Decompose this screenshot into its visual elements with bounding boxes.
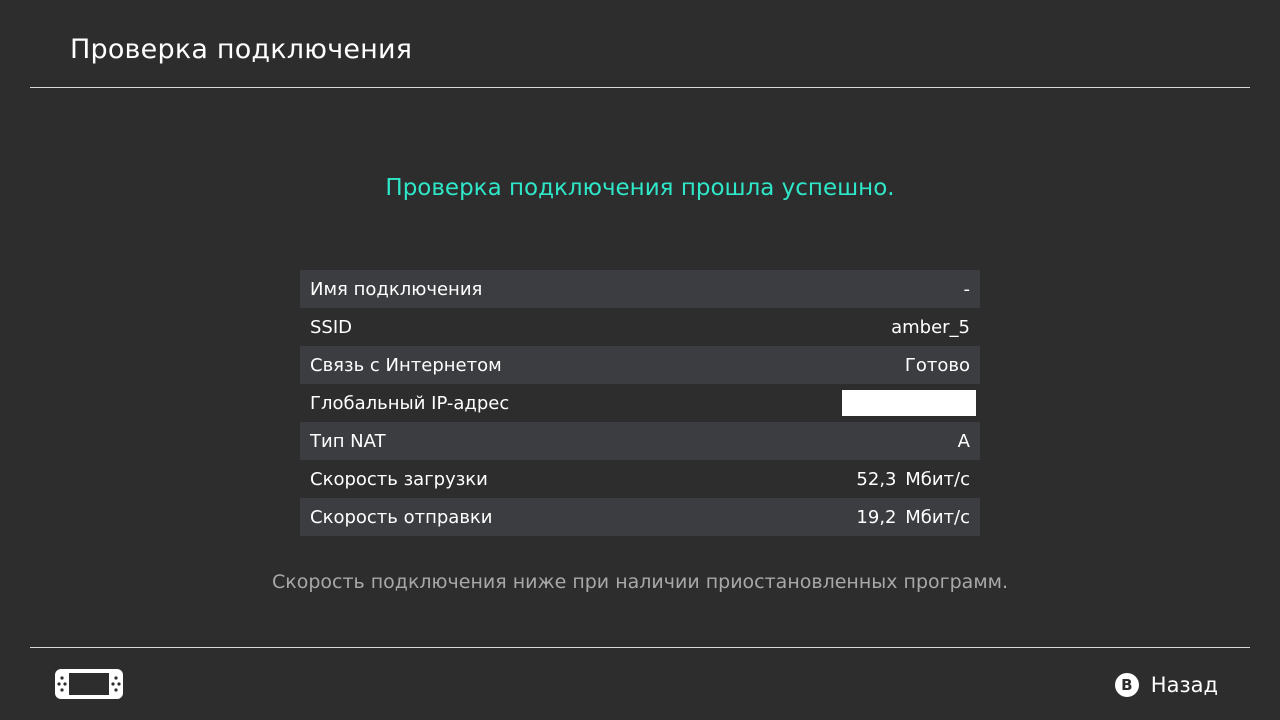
row-value: Готово (904, 354, 970, 376)
connection-test-screen: Проверка подключения Проверка подключени… (0, 0, 1280, 720)
row-download-speed: Скорость загрузки 52,3 Мбит/с (300, 460, 980, 498)
row-value: A (957, 430, 970, 452)
b-button-icon: B (1114, 673, 1139, 697)
footer-divider (30, 647, 1250, 648)
row-value: 52,3 Мбит/с (856, 468, 970, 490)
connection-details-table: Имя подключения - SSID amber_5 Связь с И… (300, 270, 980, 536)
row-value: - (963, 278, 971, 300)
row-connection-name: Имя подключения - (300, 270, 980, 308)
row-label: Глобальный IP-адрес (310, 392, 510, 414)
row-label: Скорость загрузки (310, 468, 488, 490)
row-label: Скорость отправки (310, 506, 493, 528)
row-label: SSID (310, 316, 353, 338)
back-button[interactable]: B Назад (1114, 670, 1218, 700)
row-value: amber_5 (891, 316, 970, 338)
row-value: 19,2 Мбит/с (856, 506, 970, 528)
speed-note: Скорость подключения ниже при наличии пр… (271, 571, 1009, 593)
row-ssid: SSID amber_5 (300, 308, 980, 346)
row-global-ip: Глобальный IP-адрес (300, 384, 980, 422)
row-label: Имя подключения (310, 278, 483, 300)
row-label: Тип NAT (310, 430, 386, 452)
header-divider (30, 87, 1250, 88)
row-label: Связь с Интернетом (310, 354, 502, 376)
success-message: Проверка подключения прошла успешно. (385, 175, 895, 201)
handheld-console-icon (55, 669, 123, 699)
row-internet-connection: Связь с Интернетом Готово (300, 346, 980, 384)
page-title: Проверка подключения (70, 34, 413, 65)
row-nat-type: Тип NAT A (300, 422, 980, 460)
row-upload-speed: Скорость отправки 19,2 Мбит/с (300, 498, 980, 536)
back-label: Назад (1150, 673, 1218, 697)
redacted-ip-block (842, 390, 976, 416)
